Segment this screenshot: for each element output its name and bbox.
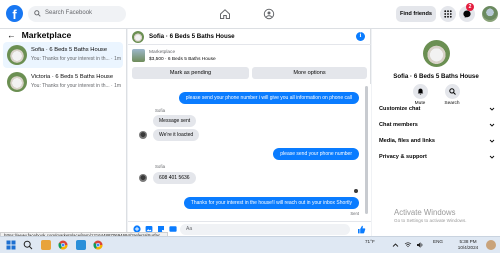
search-icon bbox=[448, 88, 456, 95]
media-files-links-row[interactable]: Media, files and links bbox=[379, 138, 495, 144]
weather-widget[interactable]: 71°F bbox=[365, 239, 375, 244]
seen-indicator bbox=[354, 189, 358, 193]
more-options-button[interactable]: More options bbox=[252, 67, 367, 79]
chat-window: Sofia · 6 Beds 5 Baths House i Marketpla… bbox=[128, 29, 371, 236]
conversation-title: Sofia · 6 Beds 5 Baths House bbox=[31, 47, 108, 53]
chat-scrollbar[interactable] bbox=[365, 86, 368, 214]
search-placeholder: Search Facebook bbox=[45, 10, 93, 16]
messenger-icon bbox=[463, 10, 471, 18]
volume-icon[interactable] bbox=[416, 241, 424, 249]
chat-title[interactable]: Sofia · 6 Beds 5 Baths House bbox=[149, 33, 235, 40]
watermark-subtitle: Go to Settings to activate Windows. bbox=[394, 218, 467, 223]
sidebar-title-text: Marketplace bbox=[21, 30, 72, 40]
row-label: Media, files and links bbox=[379, 138, 435, 144]
chevron-down-icon bbox=[489, 139, 495, 143]
listing-detail: $3,500 · 6 Beds 5 Baths House bbox=[149, 57, 216, 62]
top-navigation-bar: f Search Facebook Find friends 2 bbox=[0, 0, 500, 29]
sender-name: Sofia bbox=[155, 164, 166, 169]
chat-members-row[interactable]: Chat members bbox=[379, 122, 495, 128]
profile-avatar[interactable] bbox=[482, 6, 498, 22]
groups-icon[interactable] bbox=[263, 8, 275, 20]
chevron-up-icon[interactable] bbox=[392, 242, 399, 249]
sidebar-title: ← Marketplace bbox=[7, 30, 71, 40]
clock[interactable]: 5:38 PM 10/4/2024 bbox=[456, 239, 480, 251]
sender-avatar bbox=[139, 131, 147, 139]
date-text: 10/4/2024 bbox=[457, 245, 479, 250]
search-facebook-input[interactable]: Search Facebook bbox=[28, 6, 126, 22]
chrome-icon[interactable] bbox=[58, 240, 68, 250]
privacy-support-row[interactable]: Privacy & support bbox=[379, 154, 495, 160]
listing-source: Marketplace bbox=[149, 50, 176, 55]
incoming-message: Message sent bbox=[153, 115, 197, 127]
incoming-message: We're it loacted bbox=[153, 129, 200, 141]
row-label: Chat members bbox=[379, 122, 418, 128]
windows-start-icon[interactable] bbox=[6, 240, 16, 250]
chevron-down-icon bbox=[489, 123, 495, 127]
row-label: Customize chat bbox=[379, 106, 421, 112]
sender-name: Sofia bbox=[155, 108, 166, 113]
windows-taskbar: 71°F ENG 5:38 PM 10/4/2024 bbox=[0, 236, 500, 253]
incoming-message: 608 401 5636 bbox=[153, 172, 196, 184]
edge-icon[interactable] bbox=[76, 240, 86, 250]
chevron-down-icon bbox=[489, 107, 495, 111]
message-input[interactable]: Aa bbox=[180, 224, 350, 235]
watermark-title: Activate Windows bbox=[394, 208, 456, 217]
outgoing-message: Thanks for your interest in the house!I … bbox=[183, 197, 359, 209]
marketplace-sidebar: ← Marketplace Sofia · 6 Beds 5 Baths Hous… bbox=[0, 29, 127, 236]
facebook-logo[interactable]: f bbox=[6, 5, 23, 22]
home-icon[interactable] bbox=[219, 8, 231, 20]
row-label: Privacy & support bbox=[379, 154, 427, 160]
bell-icon bbox=[417, 88, 423, 95]
notification-badge: 2 bbox=[466, 3, 474, 11]
search-conversation-button[interactable]: Search bbox=[437, 84, 467, 106]
outgoing-message: please send your phone number bbox=[273, 148, 359, 160]
search-icon[interactable] bbox=[23, 240, 33, 250]
conversation-item[interactable]: Sofia · 6 Beds 5 Baths House You: Thanks… bbox=[3, 42, 123, 68]
search-icon bbox=[34, 10, 41, 17]
user-avatar-icon[interactable] bbox=[486, 240, 496, 250]
gif-icon[interactable] bbox=[169, 225, 177, 233]
back-arrow-icon[interactable]: ← bbox=[7, 30, 16, 40]
mute-button[interactable]: Mute bbox=[405, 84, 435, 106]
conversation-preview: You: Thanks for your interest in th... ·… bbox=[31, 83, 122, 89]
find-friends-button[interactable]: Find friends bbox=[396, 6, 436, 22]
conversation-preview: You: Thanks for your interest in th... ·… bbox=[31, 56, 122, 62]
info-icon[interactable]: i bbox=[356, 32, 365, 41]
contact-avatar bbox=[423, 40, 450, 67]
conversation-avatar bbox=[7, 45, 27, 65]
contact-name: Sofia · 6 Beds 5 Baths House bbox=[393, 73, 479, 80]
conversation-details-panel: Sofia · 6 Beds 5 Baths House Mute Search… bbox=[372, 29, 500, 236]
conversation-title: Victoria · 6 Beds 5 Baths House bbox=[31, 74, 114, 80]
chat-header: Sofia · 6 Beds 5 Baths House i bbox=[128, 29, 371, 45]
message-list: please send your phone number i will giv… bbox=[128, 84, 371, 221]
activate-windows-watermark: Activate Windows Go to Settings to activ… bbox=[394, 208, 467, 223]
wifi-icon[interactable] bbox=[404, 241, 412, 249]
grid-menu-icon bbox=[444, 10, 452, 18]
customize-chat-row[interactable]: Customize chat bbox=[379, 106, 495, 112]
chat-avatar[interactable] bbox=[132, 31, 144, 43]
mark-as-pending-button[interactable]: Mark as pending bbox=[132, 67, 249, 79]
sender-avatar bbox=[139, 174, 147, 182]
chevron-down-icon bbox=[489, 155, 495, 159]
like-icon[interactable] bbox=[357, 225, 366, 234]
sent-status: Sent bbox=[350, 211, 359, 216]
language-indicator[interactable]: ENG bbox=[433, 239, 443, 244]
listing-thumbnail bbox=[132, 49, 145, 62]
conversation-avatar bbox=[7, 72, 27, 92]
conversation-item[interactable]: Victoria · 6 Beds 5 Baths House You: Tha… bbox=[3, 69, 123, 95]
chrome-icon[interactable] bbox=[93, 240, 103, 250]
menu-button[interactable] bbox=[440, 6, 456, 22]
outgoing-message: please send your phone number i will giv… bbox=[178, 92, 359, 104]
file-explorer-icon[interactable] bbox=[41, 240, 51, 250]
